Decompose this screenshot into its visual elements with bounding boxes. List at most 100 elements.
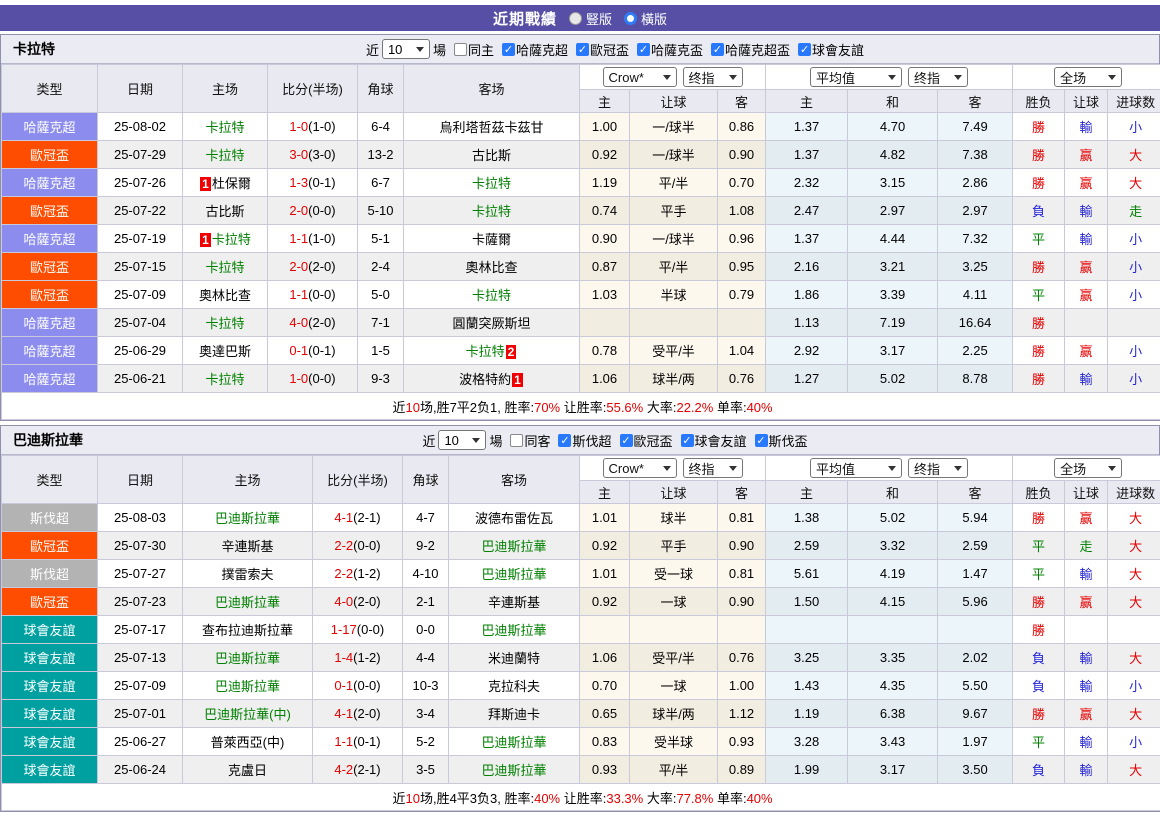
date-cell: 25-08-03 <box>98 504 183 532</box>
score-cell: 1-1(0-1) <box>313 728 403 756</box>
summary-stat-value: 33.3% <box>606 791 643 806</box>
final-odds-select[interactable]: 终指 <box>683 458 743 478</box>
games-suffix-label: 場 <box>433 40 446 59</box>
team-name-text: 卡拉特 <box>205 260 244 275</box>
same-venue-filter[interactable]: 同客 <box>510 431 550 450</box>
away-team-cell: 卡拉特 <box>404 281 580 309</box>
avg-away-cell: 1.47 <box>938 560 1013 588</box>
league-filter-checkbox[interactable]: ✓哈薩克盃 <box>637 40 703 59</box>
period-select[interactable]: 全场 <box>1054 458 1122 478</box>
result-cell: 勝 <box>1013 113 1065 141</box>
sub-header-odds-home: 主 <box>580 481 630 504</box>
fulltime-score: 1-0 <box>289 119 308 134</box>
recent-count-select[interactable]: 10 <box>438 430 486 450</box>
result-cell: 負 <box>1013 672 1065 700</box>
checkbox-checked-icon: ✓ <box>711 43 724 56</box>
league-filter-checkbox[interactable]: ✓斯伐盃 <box>755 431 808 450</box>
handicap-result-cell: 赢 <box>1065 169 1108 197</box>
radio-checked-icon <box>624 12 637 25</box>
odds-handicap-cell: 球半/两 <box>630 700 718 728</box>
odds-source-select[interactable]: Crow* <box>603 67 677 87</box>
odds-source-select[interactable]: Crow* <box>603 458 677 478</box>
away-team-cell: 奧林比查 <box>404 253 580 281</box>
sub-header-odds-away: 客 <box>718 481 766 504</box>
score-cell: 0-1(0-0) <box>313 672 403 700</box>
avg-odds-select[interactable]: 平均值 <box>810 458 902 478</box>
recent-count-select[interactable]: 10 <box>382 39 430 59</box>
odds-home-cell <box>580 309 630 337</box>
avg-odds-select[interactable]: 平均值 <box>810 67 902 87</box>
team-name-text: 卡拉特 <box>472 288 511 303</box>
team-name-text: 巴迪斯拉華 <box>215 679 280 694</box>
avg-home-cell: 1.27 <box>766 365 848 393</box>
corner-cell: 5-10 <box>358 197 404 225</box>
red-card-badge: 2 <box>506 345 517 359</box>
col-header-score: 比分(半场) <box>313 456 403 504</box>
odds-handicap-cell: 平/半 <box>630 253 718 281</box>
league-filter-checkbox[interactable]: ✓斯伐超 <box>558 431 611 450</box>
chevron-down-icon <box>1108 466 1116 471</box>
date-cell: 25-06-21 <box>98 365 183 393</box>
league-filter-checkbox[interactable]: ✓哈薩克超盃 <box>711 40 790 59</box>
score-cell: 0-1(0-1) <box>268 337 358 365</box>
period-select[interactable]: 全场 <box>1054 67 1122 87</box>
odds-away-cell: 0.81 <box>718 504 766 532</box>
date-cell: 25-07-26 <box>98 169 183 197</box>
same-venue-filter[interactable]: 同主 <box>454 40 494 59</box>
home-team-cell: 卡拉特 <box>183 113 268 141</box>
date-cell: 25-07-17 <box>98 616 183 644</box>
layout-radio-vertical[interactable]: 豎版 <box>569 9 612 28</box>
corner-cell: 0-0 <box>403 616 449 644</box>
summary-text: 场,胜4平3负3, 胜率: <box>420 791 534 806</box>
league-filter-checkbox[interactable]: ✓歐冠盃 <box>576 40 629 59</box>
odds-home-cell <box>580 616 630 644</box>
final-odds-select[interactable]: 终指 <box>908 458 968 478</box>
goals-result-cell: 小 <box>1108 113 1160 141</box>
summary-text: 单率: <box>713 400 746 415</box>
handicap-result-cell: 赢 <box>1065 337 1108 365</box>
league-filter-checkbox[interactable]: ✓球會友誼 <box>798 40 864 59</box>
final-odds-select[interactable]: 终指 <box>683 67 743 87</box>
chevron-down-icon <box>888 75 896 80</box>
league-cell: 哈薩克超 <box>2 225 98 253</box>
goals-result-cell: 大 <box>1108 141 1160 169</box>
league-filter-checkbox[interactable]: ✓歐冠盃 <box>620 431 673 450</box>
avg-draw-cell <box>848 616 938 644</box>
home-team-cell: 巴迪斯拉華 <box>183 644 313 672</box>
odds-away-cell <box>718 616 766 644</box>
avg-away-cell: 7.32 <box>938 225 1013 253</box>
league-filter-checkbox[interactable]: ✓球會友誼 <box>681 431 747 450</box>
odds-home-cell: 1.03 <box>580 281 630 309</box>
result-group-header: 全场 <box>1013 456 1160 481</box>
odds-home-cell: 0.93 <box>580 756 630 784</box>
final-odds-select[interactable]: 终指 <box>908 67 968 87</box>
odds-away-cell <box>718 309 766 337</box>
score-cell: 1-1(1-0) <box>268 225 358 253</box>
team-name-text: 巴迪斯拉華 <box>215 595 280 610</box>
result-cell: 勝 <box>1013 309 1065 337</box>
odds-handicap-cell: 平手 <box>630 197 718 225</box>
odds-home-cell: 1.00 <box>580 113 630 141</box>
halftime-score: (1-2) <box>353 650 380 665</box>
team-name-text: 巴迪斯拉華(中) <box>204 707 291 722</box>
team-name-text: 米迪蘭特 <box>488 651 540 666</box>
avg-home-cell: 3.25 <box>766 644 848 672</box>
league-cell: 球會友誼 <box>2 700 98 728</box>
checkbox-checked-icon: ✓ <box>637 43 650 56</box>
match-row: 歐冠盃25-07-23巴迪斯拉華4-0(2-0)2-1辛連斯基0.92一球0.9… <box>2 588 1160 616</box>
col-header-away: 客场 <box>404 65 580 113</box>
chevron-down-icon <box>954 75 962 80</box>
result-cell: 勝 <box>1013 616 1065 644</box>
layout-radio-horizontal[interactable]: 橫版 <box>624 9 667 28</box>
date-cell: 25-07-30 <box>98 532 183 560</box>
date-cell: 25-06-27 <box>98 728 183 756</box>
league-filter-label: 哈薩克超 <box>516 40 568 59</box>
league-filter-checkbox[interactable]: ✓哈薩克超 <box>502 40 568 59</box>
goals-result-cell: 大 <box>1108 756 1160 784</box>
result-cell: 勝 <box>1013 253 1065 281</box>
away-team-cell: 克拉科夫 <box>449 672 580 700</box>
match-row: 歐冠盃25-07-30辛連斯基2-2(0-0)9-2巴迪斯拉華0.92平手0.9… <box>2 532 1160 560</box>
odds-away-cell: 0.79 <box>718 281 766 309</box>
league-filter-label: 哈薩克超盃 <box>725 40 790 59</box>
odds-away-cell: 0.70 <box>718 169 766 197</box>
